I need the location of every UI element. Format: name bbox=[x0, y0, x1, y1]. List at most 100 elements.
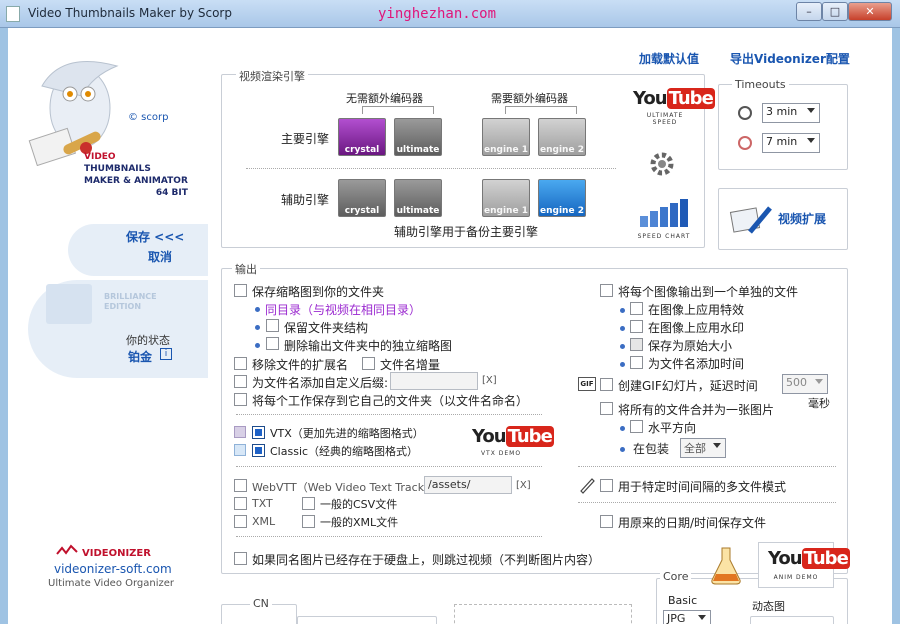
each-image-label: 将每个图像输出到一个单独的文件 bbox=[618, 285, 799, 299]
secondary-crystal-engine[interactable]: crystal bbox=[338, 179, 386, 217]
chevron-down-icon bbox=[807, 108, 815, 113]
youtube-anim-logo: You Tube bbox=[768, 548, 850, 569]
bullet-icon bbox=[620, 308, 625, 313]
in-pack-label: 在包装 bbox=[633, 442, 670, 456]
youtube-ultimate-logo[interactable]: You Tube bbox=[633, 88, 715, 109]
title-bar[interactable]: Video Thumbnails Maker by Scorp yinghezh… bbox=[0, 0, 900, 28]
flask-icon[interactable] bbox=[708, 544, 744, 586]
remove-ext-checkbox[interactable] bbox=[234, 357, 247, 370]
interval-mode-checkbox[interactable] bbox=[600, 479, 613, 492]
owl-logo-icon bbox=[28, 61, 119, 166]
vtx-checkbox[interactable] bbox=[252, 426, 265, 439]
primary-engine2[interactable]: engine 2 bbox=[538, 118, 586, 156]
output-divider bbox=[236, 466, 542, 467]
cn-input[interactable] bbox=[297, 616, 437, 624]
basic-label: Basic bbox=[668, 594, 698, 607]
txt-label: TXT bbox=[252, 497, 273, 510]
keep-size-label: 保存为原始大小 bbox=[648, 339, 733, 353]
brand-line-1: VIDEO bbox=[84, 152, 116, 162]
format-select[interactable]: JPG bbox=[663, 610, 711, 624]
speed-chart-icon[interactable] bbox=[638, 198, 694, 228]
cancel-button[interactable]: 取消 bbox=[148, 248, 172, 265]
webvtt-clear-button[interactable]: [X] bbox=[516, 480, 531, 491]
anim-input[interactable] bbox=[750, 616, 834, 624]
bullet-icon bbox=[620, 447, 625, 452]
videonizer-site-link[interactable]: videonizer-soft.com bbox=[54, 562, 172, 576]
apply-effects-label: 在图像上应用特效 bbox=[648, 303, 745, 317]
txt-checkbox[interactable] bbox=[234, 497, 247, 510]
timeouts-legend: Timeouts bbox=[732, 78, 789, 91]
xmlfile-checkbox[interactable] bbox=[302, 515, 315, 528]
horizontal-checkbox[interactable] bbox=[630, 420, 643, 433]
preview-area bbox=[454, 604, 632, 624]
save-to-folder-label: 保存缩略图到你的文件夹 bbox=[252, 285, 385, 299]
videonizer-label: VIDEONIZER bbox=[82, 548, 151, 559]
csv-checkbox[interactable] bbox=[302, 497, 315, 510]
gif-delay-select[interactable]: 500 bbox=[782, 374, 828, 394]
settings-gear-icon[interactable] bbox=[648, 150, 676, 178]
each-image-checkbox[interactable] bbox=[600, 284, 613, 297]
output-legend: 输出 bbox=[232, 261, 260, 277]
maximize-button[interactable]: □ bbox=[822, 2, 848, 21]
keep-structure-checkbox[interactable] bbox=[266, 319, 279, 332]
webvtt-path-input[interactable]: /assets/ bbox=[424, 476, 512, 494]
apply-watermark-checkbox[interactable] bbox=[630, 320, 643, 333]
brand-block: VIDEO THUMBNAILS MAKER & ANIMATOR 64 BIT bbox=[84, 151, 188, 199]
status-value: 铂金 bbox=[128, 350, 153, 364]
delete-thumbs-checkbox[interactable] bbox=[266, 337, 279, 350]
need-codec-label: 需要额外编码器 bbox=[491, 92, 568, 105]
secondary-ultimate-engine[interactable]: ultimate bbox=[394, 179, 442, 217]
horizontal-label: 水平方向 bbox=[648, 421, 697, 435]
secondary-engine-label: 辅助引擎 bbox=[281, 193, 330, 207]
load-defaults-link[interactable]: 加载默认值 bbox=[639, 50, 699, 67]
app-icon bbox=[6, 6, 20, 22]
webvtt-checkbox[interactable] bbox=[234, 479, 247, 492]
secondary-engine2[interactable]: engine 2 bbox=[538, 179, 586, 217]
export-videonizer-link[interactable]: 导出Videonizer配置 bbox=[730, 50, 850, 67]
bullet-icon bbox=[620, 326, 625, 331]
yt-tube-text: Tube bbox=[666, 88, 715, 109]
interval-mode-label: 用于特定时间间隔的多文件模式 bbox=[618, 480, 787, 494]
gif-checkbox[interactable] bbox=[600, 378, 613, 391]
secondary-engine1[interactable]: engine 1 bbox=[482, 179, 530, 217]
info-icon[interactable]: i bbox=[160, 348, 172, 360]
timeout2-select[interactable]: 7 min bbox=[762, 133, 820, 153]
save-to-folder-checkbox[interactable] bbox=[234, 284, 247, 297]
skip-exist-checkbox[interactable] bbox=[234, 552, 247, 565]
timeout2-value: 7 min bbox=[766, 135, 798, 148]
edition-logo-icon bbox=[46, 284, 92, 324]
merge-all-checkbox[interactable] bbox=[600, 402, 613, 415]
classic-checkbox[interactable] bbox=[252, 444, 265, 457]
gif-label: 创建GIF幻灯片，延迟时间 bbox=[618, 379, 758, 393]
apply-effects-checkbox[interactable] bbox=[630, 302, 643, 315]
videonizer-tagline: Ultimate Video Organizer bbox=[48, 578, 175, 589]
save-button[interactable]: 保存 <<< bbox=[126, 228, 184, 245]
gif-icon: GIF bbox=[578, 377, 596, 391]
xml-checkbox[interactable] bbox=[234, 515, 247, 528]
add-time-checkbox[interactable] bbox=[630, 356, 643, 369]
save-own-folder-checkbox[interactable] bbox=[234, 393, 247, 406]
xmlfile-label: 一般的XML文件 bbox=[320, 516, 399, 529]
primary-ultimate-engine[interactable]: ultimate bbox=[394, 118, 442, 156]
timeout1-select[interactable]: 3 min bbox=[762, 103, 820, 123]
cn-legend: CN bbox=[250, 597, 272, 610]
chevron-down-icon bbox=[807, 138, 815, 143]
suffix-input[interactable] bbox=[390, 372, 478, 390]
keep-size-checkbox[interactable] bbox=[630, 338, 643, 351]
same-dir-option[interactable]: 同目录（与视频在相同目录） bbox=[265, 301, 421, 318]
chevron-down-icon bbox=[713, 443, 721, 448]
merge-all-label: 将所有的文件合并为一张图片 bbox=[618, 403, 775, 417]
keep-date-checkbox[interactable] bbox=[600, 515, 613, 528]
speed-chart-label: SPEED CHART bbox=[637, 233, 691, 240]
youtube-vtx-logo[interactable]: You Tube bbox=[472, 426, 554, 447]
suffix-clear-button[interactable]: [X] bbox=[482, 375, 497, 386]
pack-select[interactable]: 全部 bbox=[680, 438, 726, 458]
add-suffix-checkbox[interactable] bbox=[234, 375, 247, 388]
film-pencil-icon bbox=[729, 206, 772, 234]
filename-inc-checkbox[interactable] bbox=[362, 357, 375, 370]
close-button[interactable]: ✕ bbox=[848, 2, 892, 21]
video-ext-label: 视频扩展 bbox=[778, 212, 827, 226]
primary-engine1[interactable]: engine 1 bbox=[482, 118, 530, 156]
primary-crystal-engine[interactable]: crystal bbox=[338, 118, 386, 156]
minimize-button[interactable]: – bbox=[796, 2, 822, 21]
